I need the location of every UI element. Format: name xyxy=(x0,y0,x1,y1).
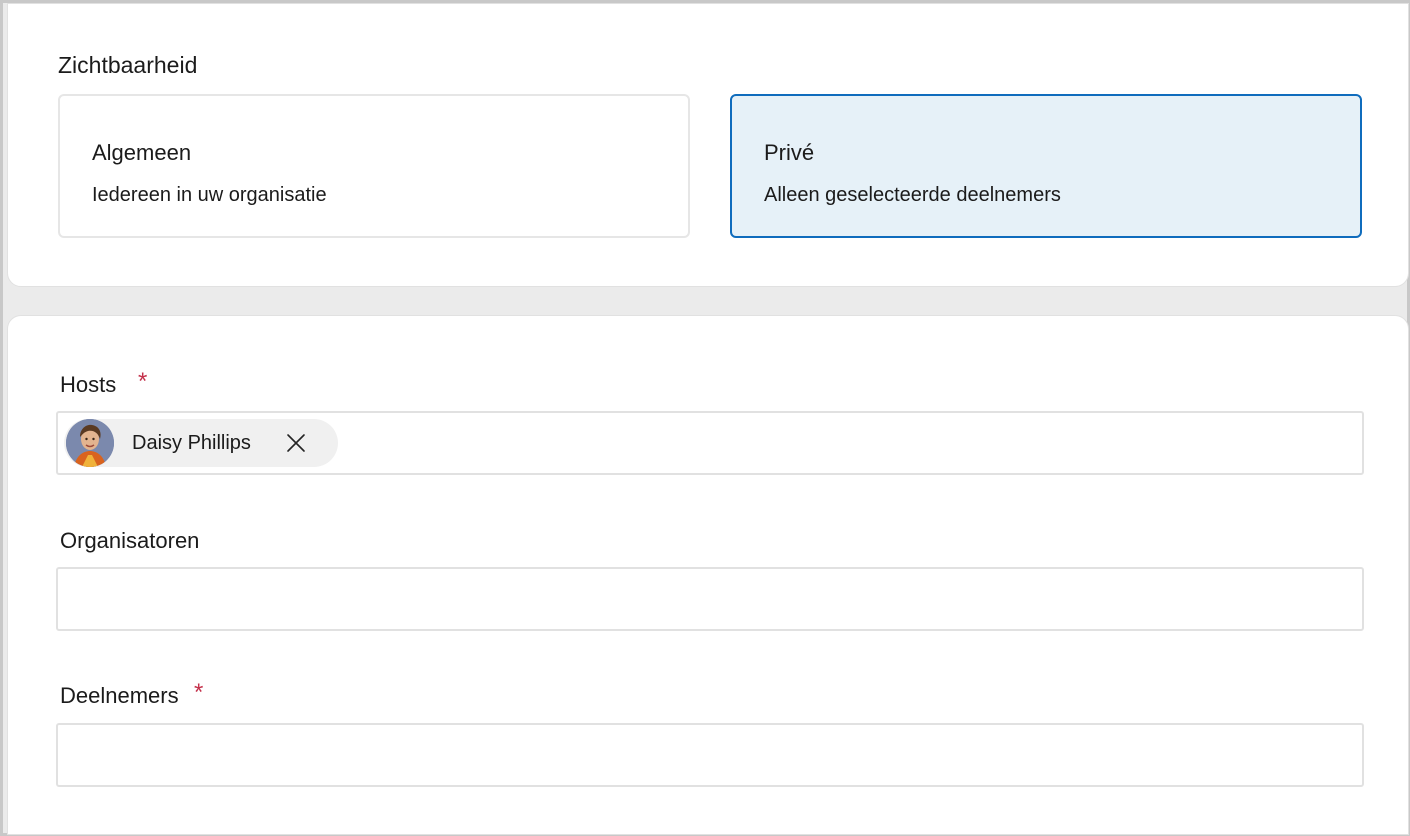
participants-input[interactable] xyxy=(56,723,1364,787)
option-title: Algemeen xyxy=(92,140,192,165)
visibility-card: Zichtbaarheid Algemeen Iedereen in uw or… xyxy=(7,3,1409,287)
window-frame: Zichtbaarheid Algemeen Iedereen in uw or… xyxy=(0,0,1410,836)
visibility-option-general[interactable]: Algemeen Iedereen in uw organisatie xyxy=(58,94,690,238)
person-photo-icon xyxy=(66,419,114,467)
visibility-title: Zichtbaarheid xyxy=(58,52,198,78)
close-icon[interactable] xyxy=(284,431,308,455)
people-card: Hosts * Daisy Phillips Organisatoren Dee… xyxy=(7,315,1409,835)
host-chip[interactable]: Daisy Phillips xyxy=(64,419,338,467)
option-description: Alleen geselecteerde deelnemers xyxy=(764,184,1061,206)
host-chip-name: Daisy Phillips xyxy=(132,432,251,454)
option-title: Privé xyxy=(764,140,815,165)
hosts-required-marker: * xyxy=(138,368,148,395)
visibility-option-private[interactable]: Privé Alleen geselecteerde deelnemers xyxy=(730,94,1362,238)
participants-required-marker: * xyxy=(194,679,204,706)
organizers-input[interactable] xyxy=(56,567,1364,631)
hosts-input[interactable]: Daisy Phillips xyxy=(56,411,1364,475)
participants-label: Deelnemers xyxy=(60,683,179,708)
option-description: Iedereen in uw organisatie xyxy=(92,184,327,206)
hosts-label: Hosts xyxy=(60,372,117,397)
organizers-label: Organisatoren xyxy=(60,528,200,553)
